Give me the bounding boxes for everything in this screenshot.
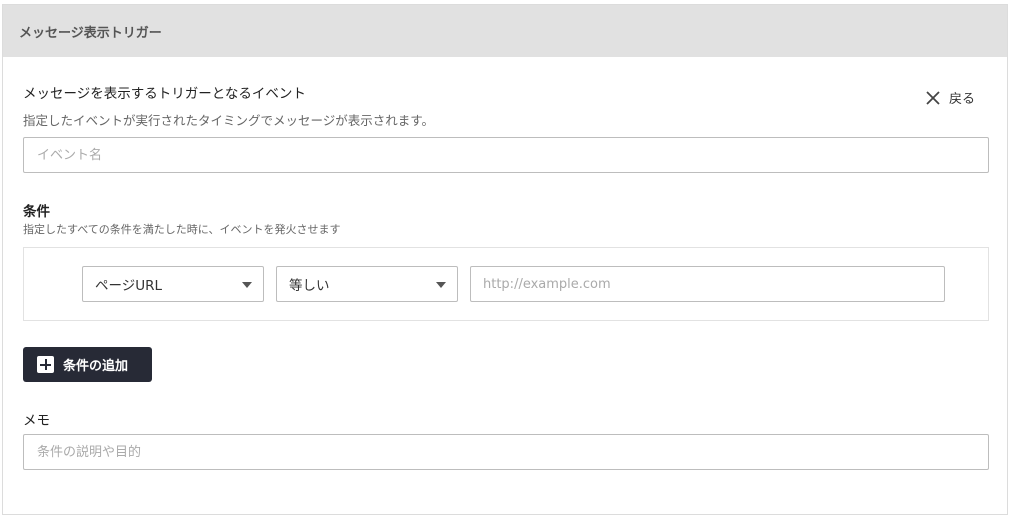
condition-row: ページURL 等しい: [23, 247, 989, 321]
close-icon: [926, 90, 940, 105]
conditions-description: 指定したすべての条件を満たした時に、イベントを発火させます: [23, 223, 341, 236]
event-section-description: 指定したイベントが実行されたタイミングでメッセージが表示されます。: [23, 113, 435, 128]
event-section-title: メッセージを表示するトリガーとなるイベント: [23, 86, 306, 102]
condition-target-select[interactable]: ページURL: [82, 266, 264, 302]
condition-operator-value: 等しい: [289, 278, 330, 294]
panel-title: メッセージ表示トリガー: [19, 25, 162, 41]
back-button-label: 戻る: [948, 92, 975, 107]
event-name-input[interactable]: [23, 137, 989, 173]
chevron-down-icon: [242, 282, 252, 288]
panel-header: メッセージ表示トリガー: [3, 5, 1007, 57]
add-condition-button[interactable]: 条件の追加: [23, 347, 152, 382]
chevron-down-icon: [436, 282, 446, 288]
add-condition-label: 条件の追加: [63, 359, 129, 374]
condition-operator-select[interactable]: 等しい: [276, 266, 458, 302]
back-button[interactable]: 戻る: [925, 88, 975, 107]
memo-title: メモ: [23, 413, 50, 429]
condition-target-value: ページURL: [95, 278, 163, 294]
trigger-panel: メッセージ表示トリガー メッセージを表示するトリガーとなるイベント 指定したイベ…: [2, 4, 1008, 515]
condition-value-input[interactable]: [470, 266, 945, 302]
conditions-title: 条件: [23, 204, 50, 220]
memo-input[interactable]: [23, 434, 989, 470]
plus-icon: [37, 356, 54, 373]
